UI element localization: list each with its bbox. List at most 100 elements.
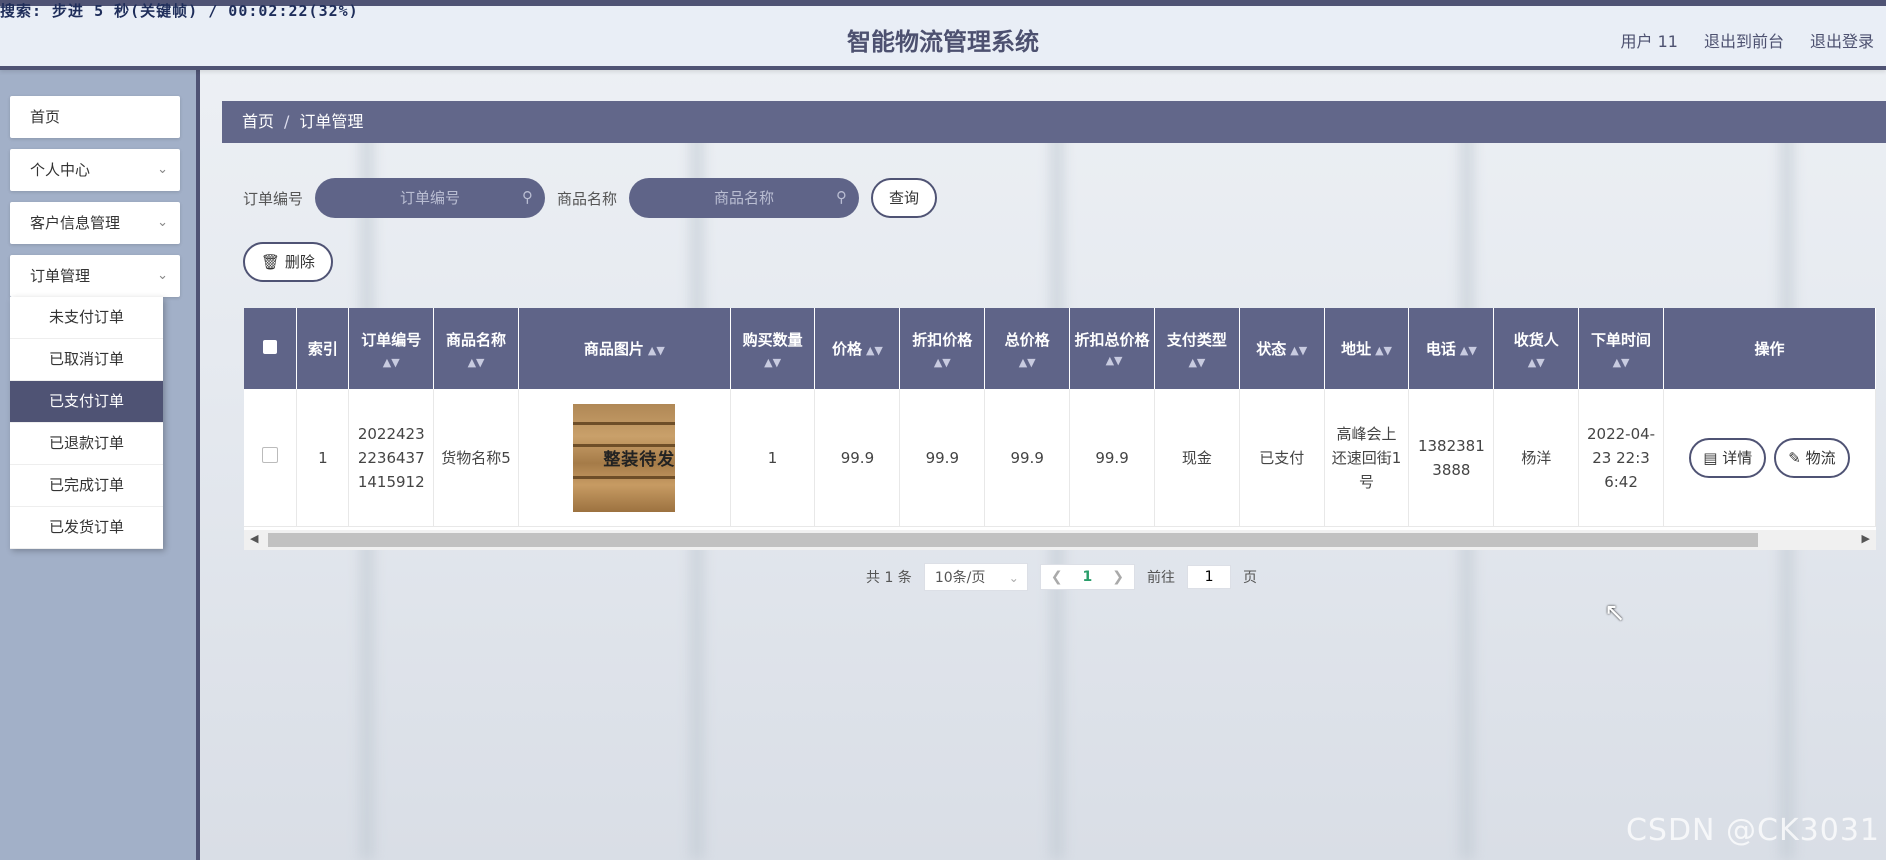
table-row: 1 20224232236437 1415912 货物名称5 整装待发 1 99… [244, 389, 1876, 527]
mouse-cursor-icon: ↖ [1604, 598, 1626, 628]
row-select-cell [244, 389, 298, 527]
header-product-image[interactable]: 商品图片 ▲▼ [518, 308, 731, 389]
logout-link[interactable]: 退出登录 [1810, 28, 1874, 52]
header-total-price[interactable]: 总价格 ▲▼ [984, 308, 1071, 389]
header-discount-price[interactable]: 折扣价格 ▲▼ [899, 308, 986, 389]
sort-icon[interactable]: ▲▼ [1375, 344, 1392, 357]
chevron-down-icon: ⌄ [157, 162, 168, 177]
cell-product-image: 整装待发 [518, 389, 731, 527]
sort-icon[interactable]: ▲▼ [989, 356, 1065, 369]
submenu-item-refunded[interactable]: 已退款订单 [10, 423, 163, 465]
sort-icon[interactable]: ▲▼ [438, 356, 514, 369]
detail-button[interactable]: ▤ 详情 [1689, 437, 1767, 478]
cell-receiver: 杨洋 [1493, 389, 1580, 527]
select-all-checkbox[interactable] [263, 339, 278, 354]
cell-quantity: 1 [730, 389, 816, 527]
product-name-input[interactable] [629, 178, 860, 218]
video-search-overlay: 搜索: 步进 5 秒(关键帧) / 00:02:22(32%) [0, 2, 359, 20]
scroll-left-icon[interactable]: ◀ [250, 532, 258, 545]
search-icon: ⚲ [522, 188, 534, 206]
app-title: 智能物流管理系统 [847, 28, 1039, 56]
header-order-no[interactable]: 订单编号 ▲▼ [348, 308, 435, 389]
cell-product-name: 货物名称5 [433, 389, 519, 527]
submenu-item-cancelled[interactable]: 已取消订单 [10, 339, 163, 381]
prev-page-icon[interactable]: ❮ [1051, 569, 1063, 585]
submenu-item-paid[interactable]: 已支付订单 [10, 381, 163, 423]
header-receiver[interactable]: 收货人 ▲▼ [1493, 308, 1580, 389]
header-price[interactable]: 价格 ▲▼ [814, 308, 901, 389]
next-page-icon[interactable]: ❯ [1112, 569, 1124, 585]
sort-icon[interactable]: ▲▼ [1498, 356, 1574, 369]
horizontal-scrollbar[interactable]: ◀ ▶ [244, 530, 1876, 550]
sidebar-item-personal-center[interactable]: 个人中心 ⌄ [10, 149, 180, 191]
cell-order-no: 20224232236437 1415912 [348, 389, 435, 527]
header-index: 索引 [296, 308, 350, 389]
trash-icon: 🗑 [261, 253, 281, 271]
submenu-item-unpaid[interactable]: 未支付订单 [10, 297, 163, 339]
sidebar-item-order-management[interactable]: 订单管理 ⌄ [10, 255, 180, 297]
sort-icon[interactable]: ▲▼ [1106, 354, 1123, 367]
header-discount-total[interactable]: 折扣总价格▲▼ [1069, 308, 1155, 389]
orders-table: 索引 订单编号 ▲▼ 商品名称 ▲▼ 商品图片 ▲▼ 购买数量 ▲▼ 价格 ▲▼ 折扣价格… [244, 308, 1876, 550]
sort-icon[interactable]: ▲▼ [1159, 356, 1235, 369]
cell-discount-total: 99.9 [1069, 389, 1155, 527]
cell-discount-price: 99.9 [899, 389, 986, 527]
back-to-front-link[interactable]: 退出到前台 [1704, 28, 1784, 52]
chevron-down-icon: ⌄ [157, 268, 168, 283]
cell-status: 已支付 [1239, 389, 1325, 527]
sort-icon[interactable]: ▲▼ [1583, 356, 1659, 369]
product-name-label: 商品名称 [557, 189, 618, 208]
cell-address: 高峰会上还速回街1号 [1324, 389, 1410, 527]
user-label: 用户 11 [1620, 32, 1678, 51]
page-size-select[interactable]: 10条/页 ⌄ [923, 563, 1028, 591]
product-name-field-wrap: ⚲ [629, 178, 860, 218]
order-no-input[interactable] [315, 178, 546, 218]
select-all-header [244, 308, 298, 389]
breadcrumb: 首页 / 订单管理 [222, 101, 1886, 143]
header-status[interactable]: 状态 ▲▼ [1239, 308, 1325, 389]
sort-icon[interactable]: ▲▼ [1290, 344, 1307, 357]
sidebar-item-label: 个人中心 [30, 161, 91, 179]
delete-button-label: 删除 [284, 253, 315, 271]
search-row: 订单编号 ⚲ 商品名称 ⚲ 查询 [243, 177, 938, 219]
sort-icon[interactable]: ▲▼ [904, 356, 980, 369]
cell-index: 1 [296, 389, 350, 527]
scrollbar-thumb[interactable] [268, 533, 1758, 547]
product-image-stamp: 整装待发 [603, 449, 676, 470]
sort-icon[interactable]: ▲▼ [866, 344, 883, 357]
pagination: 共 1 条 10条/页 ⌄ ❮ 1 ❯ 前往 页 [866, 563, 1257, 591]
current-page-number[interactable]: 1 [1083, 569, 1093, 585]
submenu-item-shipped[interactable]: 已发货订单 [10, 507, 163, 549]
sort-icon[interactable]: ▲▼ [353, 356, 429, 369]
sidebar-item-customer-management[interactable]: 客户信息管理 ⌄ [10, 202, 180, 244]
header-address[interactable]: 地址 ▲▼ [1324, 308, 1410, 389]
sidebar-item-home[interactable]: 首页 [10, 96, 180, 138]
header-actions: 用户 11 退出到前台 退出登录 [1621, 28, 1874, 52]
query-button[interactable]: 查询 [871, 178, 938, 218]
logistics-button[interactable]: ✎ 物流 [1774, 437, 1850, 478]
sort-icon[interactable]: ▲▼ [735, 356, 811, 369]
header-product-name[interactable]: 商品名称 ▲▼ [433, 308, 519, 389]
header-phone[interactable]: 电话 ▲▼ [1408, 308, 1495, 389]
delete-button[interactable]: 🗑 删除 [243, 242, 333, 282]
sidebar-item-label: 首页 [30, 108, 61, 126]
sort-icon[interactable]: ▲▼ [1460, 344, 1477, 357]
goto-label: 前往 [1147, 570, 1176, 586]
breadcrumb-home[interactable]: 首页 [242, 112, 274, 131]
goto-page-input[interactable] [1187, 565, 1232, 589]
watermark: CSDN @CK3031 [1625, 813, 1880, 848]
header-payment-type[interactable]: 支付类型 ▲▼ [1154, 308, 1240, 389]
sidebar-item-label: 订单管理 [30, 267, 91, 285]
sort-icon[interactable]: ▲▼ [648, 344, 665, 357]
page-navigator: ❮ 1 ❯ [1039, 564, 1136, 590]
chevron-down-icon: ⌄ [1008, 571, 1019, 585]
cell-payment-type: 现金 [1154, 389, 1240, 527]
product-image[interactable]: 整装待发 [573, 403, 676, 512]
header-order-time[interactable]: 下单时间 ▲▼ [1578, 308, 1664, 389]
header-quantity[interactable]: 购买数量 ▲▼ [730, 308, 816, 389]
scroll-right-icon[interactable]: ▶ [1862, 532, 1870, 545]
submenu-item-completed[interactable]: 已完成订单 [10, 465, 163, 507]
cell-total-price: 99.9 [984, 389, 1071, 527]
row-checkbox[interactable] [262, 446, 279, 463]
order-no-label: 订单编号 [243, 189, 304, 208]
